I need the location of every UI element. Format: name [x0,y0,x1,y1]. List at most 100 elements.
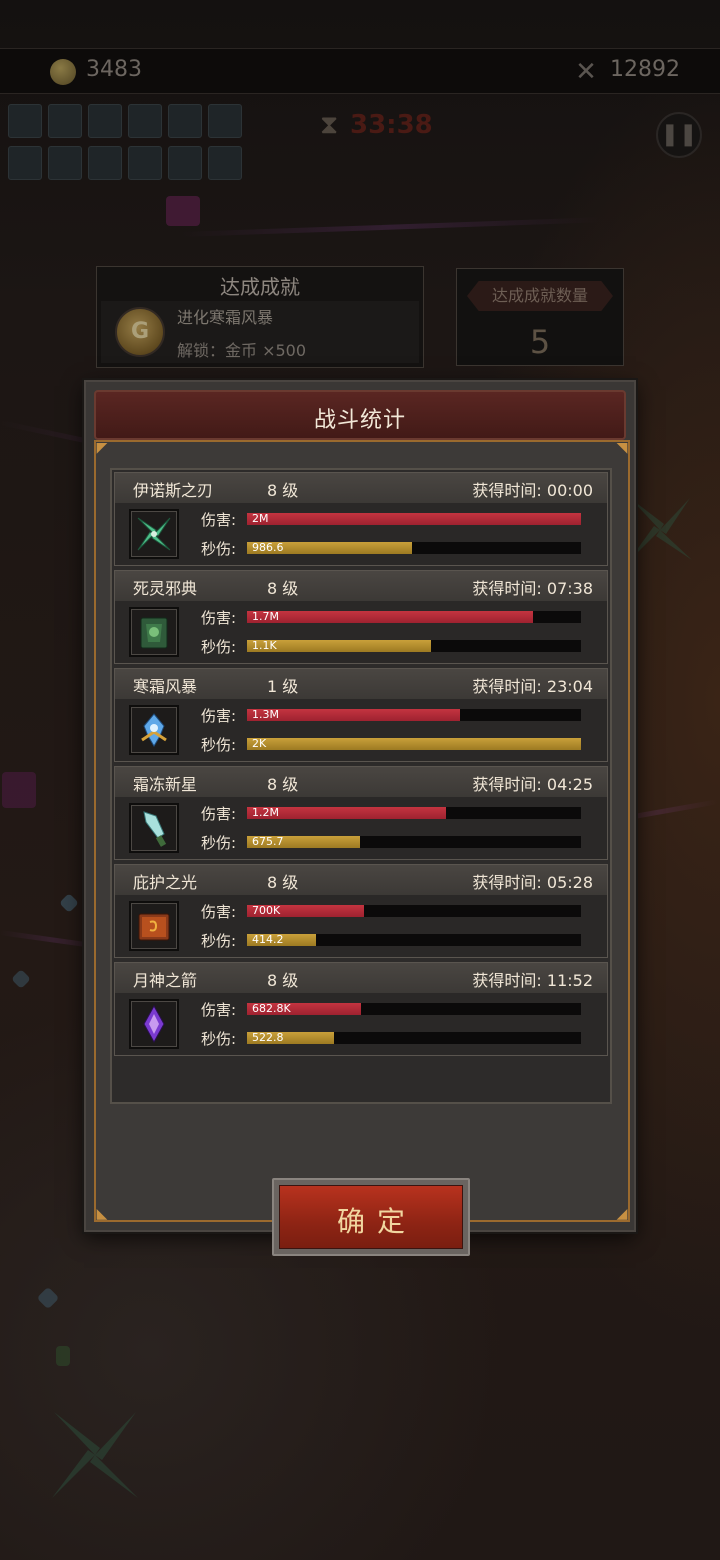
acquired-time: 获得时间: 05:28 [472,873,593,892]
holy-book-icon [129,901,179,951]
gem-pickup [59,893,79,913]
weapon-name: 死灵邪典 [133,579,198,598]
survival-timer: 33:38 [350,110,433,140]
weapon-name: 寒霜风暴 [133,677,198,696]
weapon-stat-row: 寒霜风暴 1 级 获得时间: 23:04 伤害: 1.3M 秒伤: 2K [114,668,608,762]
row-header: 庇护之光 8 级 获得时间: 05:28 [115,865,607,895]
weapon-slot [48,104,82,138]
acquired-time: 获得时间: 00:00 [472,481,593,500]
damage-label: 伤害: [201,707,237,725]
damage-bar-fill [247,513,581,525]
acquired-time: 获得时间: 04:25 [472,775,593,794]
weapon-level: 8 级 [267,481,299,500]
frost-storm-icon [129,705,179,755]
dps-bar: 675.7 [247,835,581,848]
achievement-body: G 进化寒霜风暴 解锁：金币 ×500 [101,301,419,363]
weapon-slot [168,104,202,138]
weapon-slot [88,104,122,138]
dps-value: 414.2 [252,933,284,946]
dps-label: 秒伤: [201,1030,237,1048]
passive-slot [8,146,42,180]
passive-slot [168,146,202,180]
damage-bar: 682.8K [247,1002,581,1015]
dps-label: 秒伤: [201,932,237,950]
dps-value: 1.1K [252,639,277,652]
achievement-count-value: 5 [529,323,551,361]
damage-bar: 1.7M [247,610,581,623]
weapon-name: 霜冻新星 [133,775,198,794]
achievement-count-panel: 达成成就数量 5 [456,268,624,366]
achievement-title: 达成成就 [220,275,300,299]
damage-label: 伤害: [201,1001,237,1019]
dps-label: 秒伤: [201,638,237,656]
row-header: 霜冻新星 8 级 获得时间: 04:25 [115,767,607,797]
weapon-name: 庇护之光 [133,873,198,892]
kill-count: 12892 [610,57,680,82]
dialog-title: 战斗统计 [313,408,406,433]
corner-ornament-icon: ◣ [96,1206,108,1222]
acquired-time: 获得时间: 07:38 [472,579,593,598]
dps-bar: 986.6 [247,541,581,554]
corner-ornament-icon: ◤ [96,440,108,456]
gem-pickup [56,1346,70,1366]
achievement-reward: 解锁：金币 ×500 [177,341,307,360]
damage-value: 700K [252,904,281,917]
moon-arrow-icon [129,999,179,1049]
dps-label: 秒伤: [201,736,237,754]
damage-value: 682.8K [252,1002,291,1015]
dps-bar: 2K [247,737,581,750]
dps-value: 2K [252,737,267,750]
crossed-swords-icon: ✕ [575,57,597,87]
dialog-header: 战斗统计 [94,390,626,440]
weapon-slot [208,104,242,138]
damage-label: 伤害: [201,511,237,529]
enemy-sprite [2,772,36,808]
weapon-level: 8 级 [267,971,299,990]
dialog-frame: ◤ ◥ ◣ ◢ 伊诺斯之刃 8 级 获得时间: 00:00 伤害: 2M 秒伤: 986.6… [94,440,630,1256]
achievement-count-label: 达成成就数量 [467,281,613,311]
weapon-stat-row: 死灵邪典 8 级 获得时间: 07:38 伤害: 1.7M 秒伤: 1.1K [114,570,608,664]
damage-value: 1.3M [252,708,279,721]
damage-value: 1.2M [252,806,279,819]
row-header: 月神之箭 8 级 获得时间: 11:52 [115,963,607,993]
damage-bar: 2M [247,512,581,525]
gold-coin-icon [50,59,76,85]
weapon-slot [8,104,42,138]
achievement-name: 进化寒霜风暴 [177,308,274,327]
weapon-level: 1 级 [267,677,299,696]
row-header: 伊诺斯之刃 8 级 获得时间: 00:00 [115,473,607,503]
shuriken-icon [129,509,179,559]
weapon-name: 月神之箭 [133,971,198,990]
weapon-level: 8 级 [267,579,299,598]
acquired-time: 获得时间: 11:52 [472,971,593,990]
passive-slot [128,146,162,180]
necro-book-icon [129,607,179,657]
enemy-sprite [166,196,200,226]
weapon-level: 8 级 [267,775,299,794]
shuriken-projectile-icon [52,1412,138,1498]
pause-button[interactable]: ❚❚ [656,112,702,158]
passive-slot [48,146,82,180]
weapon-stat-row: 庇护之光 8 级 获得时间: 05:28 伤害: 700K 秒伤: 414.2 [114,864,608,958]
frost-sword-icon [129,803,179,853]
damage-value: 1.7M [252,610,279,623]
dps-value: 986.6 [252,541,284,554]
damage-bar: 1.3M [247,708,581,721]
confirm-button-face: 确定 [279,1185,463,1249]
confirm-button[interactable]: 确定 [272,1178,470,1256]
weapon-slot [128,104,162,138]
battle-stats-dialog: 战斗统计 ◤ ◥ ◣ ◢ 伊诺斯之刃 8 级 获得时间: 00:00 伤害: 2M 秒伤:… [84,380,636,1256]
acquired-time: 获得时间: 23:04 [472,677,593,696]
weapon-level: 8 级 [267,873,299,892]
achievement-toast: 达成成就 G 进化寒霜风暴 解锁：金币 ×500 [96,266,424,368]
dps-bar: 1.1K [247,639,581,652]
hourglass-icon: ⧗ [320,110,339,140]
dps-label: 秒伤: [201,540,237,558]
damage-label: 伤害: [201,903,237,921]
corner-ornament-icon: ◢ [616,1206,628,1222]
weapon-stats-list[interactable]: 伊诺斯之刃 8 级获得时间: 00:00 伤害: 2M 秒伤: 986.6 死灵邪典 8 级获… [110,468,612,1104]
achievement-coin-icon: G [115,307,165,357]
weapon-stat-row: 伊诺斯之刃 8 级 获得时间: 00:00 伤害: 2M 秒伤: 986.6 [114,472,608,566]
dps-value: 675.7 [252,835,284,848]
weapon-stat-row: 霜冻新星 8 级 获得时间: 04:25 伤害: 1.2M 秒伤: 675.7 [114,766,608,860]
